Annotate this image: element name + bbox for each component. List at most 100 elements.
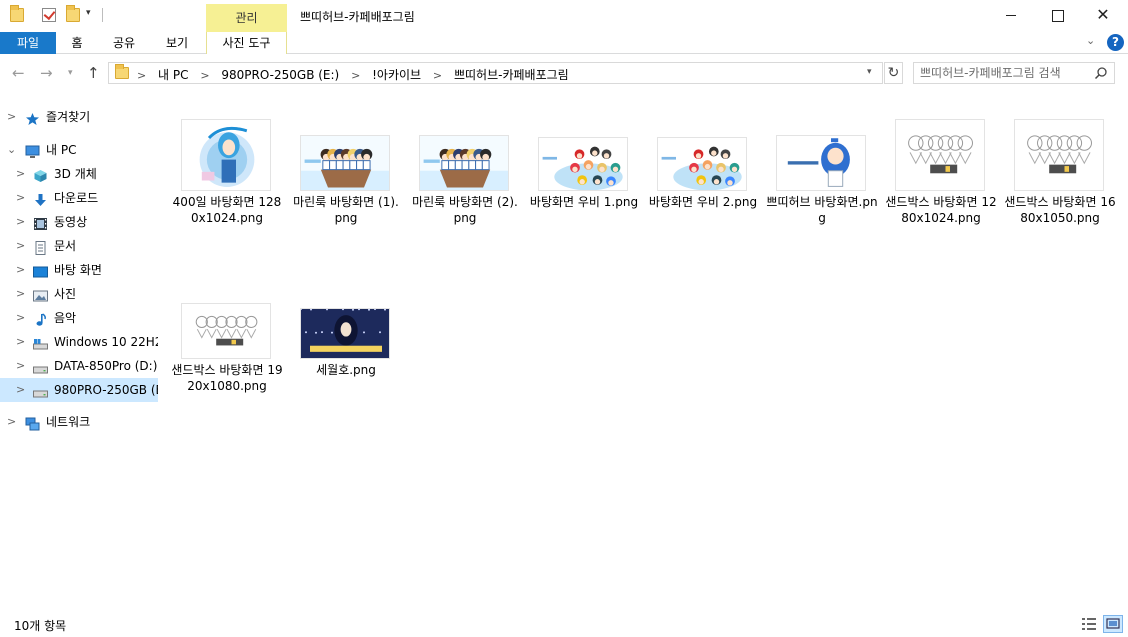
file-thumbnail[interactable] [657, 137, 747, 191]
file-item[interactable]: 바탕화면 우비 1.png [528, 115, 640, 235]
folder-icon[interactable] [10, 5, 24, 22]
file-name: 400일 바탕화면 1280x1024.png [172, 195, 282, 225]
computer-icon [25, 143, 40, 158]
file-item[interactable]: 쁘띠허브 바탕화면.png [766, 115, 878, 235]
document-icon [33, 239, 48, 255]
search-icon[interactable] [1094, 66, 1108, 80]
file-thumbnail[interactable] [895, 119, 985, 191]
details-view-icon[interactable] [1080, 615, 1098, 633]
breadcrumb-this-pc[interactable]: 내 PC [158, 68, 188, 82]
minimize-button[interactable] [988, 0, 1034, 30]
sidebar-item-label: 다운로드 [54, 191, 99, 205]
file-thumbnail[interactable] [300, 308, 390, 359]
file-item[interactable]: 세월호.png [290, 283, 402, 403]
chevron-down-icon[interactable]: ⌄ [7, 138, 16, 162]
file-item[interactable]: 400일 바탕화면 1280x1024.png [171, 115, 283, 235]
tab-view[interactable]: 보기 [150, 32, 204, 54]
chevron-right-icon[interactable]: > [16, 306, 25, 330]
chevron-right-icon[interactable]: > [7, 105, 16, 129]
sidebar-item-6[interactable]: > 바탕 화면 [0, 258, 158, 282]
file-thumbnail[interactable] [776, 135, 866, 191]
close-button[interactable]: ✕ [1080, 0, 1126, 30]
back-arrow-icon[interactable]: ← [12, 64, 25, 82]
sidebar-item-label: 동영상 [54, 215, 88, 229]
refresh-button[interactable]: ↻ [884, 62, 903, 84]
sidebar-item-1[interactable]: ⌄ 내 PC [0, 138, 158, 162]
sidebar-item-label: 980PRO-250GB (E: [54, 383, 158, 397]
sidebar-item-5[interactable]: > 문서 [0, 234, 158, 258]
sidebar-item-12[interactable]: > 네트워크 [0, 410, 158, 434]
chevron-right-icon[interactable]: > [16, 378, 25, 402]
file-item[interactable]: 마린룩 바탕화면 (2).png [409, 115, 521, 235]
file-thumbnail[interactable] [538, 137, 628, 191]
sidebar-item-label: 사진 [54, 287, 77, 301]
file-thumbnail[interactable] [419, 135, 509, 191]
chevron-right-icon[interactable]: > [16, 186, 25, 210]
forward-arrow-icon[interactable]: → [40, 64, 53, 82]
address-bar[interactable]: > 내 PC > 980PRO-250GB (E:) > !아카이브 > 쁘띠허… [108, 62, 883, 84]
title-bar: ▾ 관리 쁘띠허브-카페배포그림 ✕ [0, 0, 1128, 32]
sidebar-item-2[interactable]: >3D 개체 [0, 162, 158, 186]
chevron-right-icon[interactable]: > [16, 162, 25, 186]
sidebar-item-10[interactable]: > DATA-850Pro (D:) [0, 354, 158, 378]
file-item[interactable]: 샌드박스 바탕화면 1680x1050.png [1004, 115, 1116, 235]
chevron-right-icon[interactable]: > [16, 282, 25, 306]
file-item[interactable]: 샌드박스 바탕화면 1920x1080.png [171, 283, 283, 403]
file-name: 바탕화면 우비 2.png [648, 195, 758, 209]
sidebar-item-11[interactable]: >980PRO-250GB (E: [0, 378, 158, 402]
file-name: 마린룩 바탕화면 (1).png [293, 195, 399, 225]
chevron-right-icon[interactable]: > [16, 330, 25, 354]
chevron-right-icon[interactable]: > [16, 258, 25, 282]
search-box[interactable] [913, 62, 1115, 84]
tab-file[interactable]: 파일 [0, 32, 56, 54]
star-icon [25, 110, 40, 125]
sidebar-item-7[interactable]: > 사진 [0, 282, 158, 306]
navigation-bar: ← → ▾ ↑ > 내 PC > 980PRO-250GB (E:) > !아카… [0, 55, 1128, 91]
chevron-right-icon[interactable]: > [7, 410, 16, 434]
up-arrow-icon[interactable]: ↑ [87, 64, 100, 82]
ribbon-expand-icon[interactable]: ⌄ [1086, 34, 1095, 47]
sidebar-item-label: Windows 10 22H2- [54, 335, 158, 349]
new-folder-icon[interactable] [66, 5, 80, 22]
file-thumbnail[interactable] [1014, 119, 1104, 191]
help-icon[interactable]: ? [1107, 34, 1124, 51]
breadcrumb-separator-icon: > [351, 69, 361, 82]
tab-home[interactable]: 홈 [56, 32, 98, 54]
sidebar-item-8[interactable]: > 음악 [0, 306, 158, 330]
file-name: 세월호.png [316, 363, 376, 377]
desktop-icon [33, 263, 48, 278]
sidebar-item-3[interactable]: > 다운로드 [0, 186, 158, 210]
file-name: 바탕화면 우비 1.png [529, 195, 639, 209]
file-item[interactable]: 샌드박스 바탕화면 1280x1024.png [885, 115, 997, 235]
search-input[interactable] [920, 65, 1088, 81]
chevron-right-icon[interactable]: > [16, 210, 25, 234]
quick-access-dropdown-icon[interactable]: ▾ [86, 8, 91, 18]
system-drive-icon [33, 335, 48, 350]
breadcrumb-archive[interactable]: !아카이브 [372, 68, 421, 82]
maximize-button[interactable] [1034, 0, 1080, 30]
file-thumbnail[interactable] [300, 135, 390, 191]
breadcrumb-drive-e[interactable]: 980PRO-250GB (E:) [221, 68, 339, 82]
address-history-dropdown-icon[interactable]: ▾ [867, 67, 872, 77]
file-item[interactable]: 마린룩 바탕화면 (1).png [290, 115, 402, 235]
sidebar-item-9[interactable]: > Windows 10 22H2- [0, 330, 158, 354]
sidebar-item-label: 3D 개체 [54, 167, 97, 181]
file-name: 샌드박스 바탕화면 1920x1080.png [171, 363, 283, 393]
file-item[interactable]: 바탕화면 우비 2.png [647, 115, 759, 235]
large-icons-view-button[interactable] [1103, 615, 1123, 633]
sidebar-item-label: 바탕 화면 [54, 263, 102, 277]
sidebar-item-4[interactable]: > 동영상 [0, 210, 158, 234]
tab-picture-tools[interactable]: 사진 도구 [206, 32, 287, 54]
breadcrumb-current-folder[interactable]: 쁘띠허브-카페배포그림 [454, 68, 569, 82]
sidebar-item-0[interactable]: > 즐겨찾기 [0, 105, 158, 129]
properties-check-icon[interactable] [42, 8, 56, 22]
pictures-icon [33, 287, 48, 302]
breadcrumb: > 내 PC > 980PRO-250GB (E:) > !아카이브 > 쁘띠허… [137, 66, 569, 83]
recent-locations-icon[interactable]: ▾ [68, 68, 73, 78]
navigation-pane: > 즐겨찾기 ⌄ 내 PC >3D 개체 > 다운로드 > 동영상 > 문서 > 바탕 화면 > 사진 > 음악… [0, 101, 160, 611]
tab-share[interactable]: 공유 [98, 32, 150, 54]
chevron-right-icon[interactable]: > [16, 354, 25, 378]
chevron-right-icon[interactable]: > [16, 234, 25, 258]
file-thumbnail[interactable] [181, 303, 271, 359]
file-thumbnail[interactable] [181, 119, 271, 191]
